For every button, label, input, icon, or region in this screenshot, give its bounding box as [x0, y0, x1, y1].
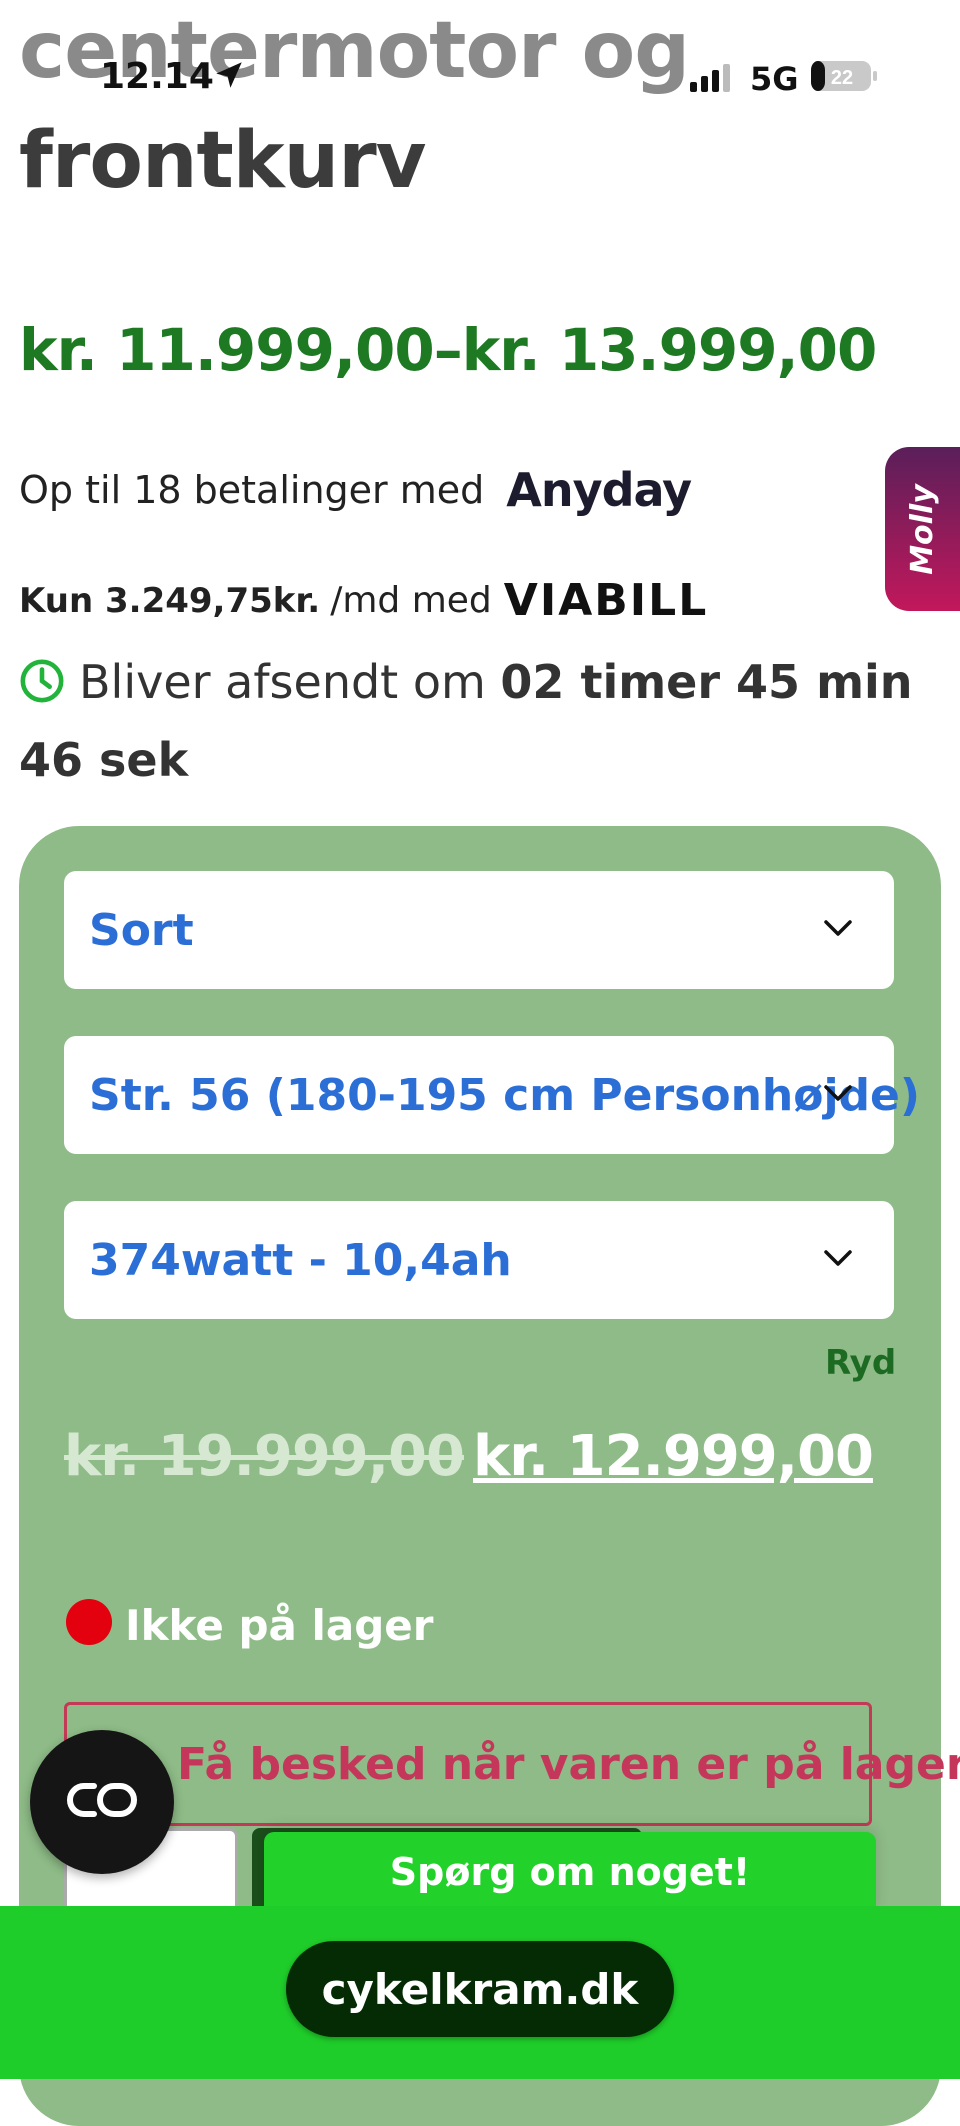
anyday-financing-row[interactable]: Op til 18 betalinger med Anyday [19, 463, 692, 517]
chevron-down-icon [822, 918, 854, 942]
price-range: kr. 11.999,00–kr. 13.999,00 [19, 316, 877, 384]
viabill-financing-row[interactable]: Kun 3.249,75kr. /md med VIABILL [19, 575, 708, 626]
product-title-line-2: frontkurv [19, 116, 427, 206]
location-arrow-icon [212, 58, 246, 96]
stock-status: Ikke på lager [125, 1601, 434, 1650]
ask-question-button[interactable]: Spørg om noget! [264, 1832, 876, 1912]
chevron-down-icon [822, 1248, 854, 1272]
anyday-text: Op til 18 betalinger med [19, 468, 485, 512]
site-url-pill[interactable]: cykelkram.dk [286, 1941, 674, 2037]
clock-icon [19, 652, 65, 724]
site-url: cykelkram.dk [321, 1964, 639, 2014]
size-select[interactable]: Str. 56 (180-195 cm Personhøjde) [64, 1036, 920, 1154]
notify-when-in-stock-button[interactable]: Få besked når varen er på lager [64, 1702, 960, 1826]
viabill-logo: VIABILL [503, 575, 709, 626]
battery-level: 22 [831, 67, 853, 89]
color-select-value: Sort [89, 904, 194, 956]
chevron-down-icon [822, 1083, 854, 1107]
sale-price: kr. 12.999,00 [473, 1424, 874, 1489]
notify-button-label: Få besked når varen er på lager [177, 1738, 960, 1790]
size-select-value: Str. 56 (180-195 cm Personhøjde) [89, 1069, 920, 1121]
molly-label: Molly [905, 483, 940, 575]
molly-side-tab[interactable]: Molly [885, 447, 960, 611]
original-price: kr. 19.999,00 [64, 1424, 465, 1489]
network-label: 5G [750, 60, 799, 98]
status-time: 12.14 [100, 56, 214, 97]
out-of-stock-indicator [66, 1599, 112, 1645]
shipping-prefix: Bliver afsendt om [79, 655, 486, 709]
chat-icon [64, 1780, 140, 1824]
color-select[interactable]: Sort [64, 871, 894, 989]
ask-question-label: Spørg om noget! [389, 1850, 751, 1894]
motor-battery-select[interactable]: 374watt - 10,4ah [64, 1201, 894, 1319]
battery-icon: 22 [810, 60, 878, 96]
viabill-text: /md med [330, 580, 492, 621]
anyday-logo: Anyday [506, 463, 692, 517]
shipping-countdown: Bliver afsendt om 02 timer 45 min 46 sek [19, 646, 919, 796]
signal-icon [688, 62, 734, 96]
motor-select-value: 374watt - 10,4ah [89, 1234, 512, 1286]
viabill-amount: Kun 3.249,75kr. [19, 580, 321, 621]
chat-widget-button[interactable] [30, 1730, 174, 1874]
clear-selection-link[interactable]: Ryd [825, 1343, 896, 1383]
